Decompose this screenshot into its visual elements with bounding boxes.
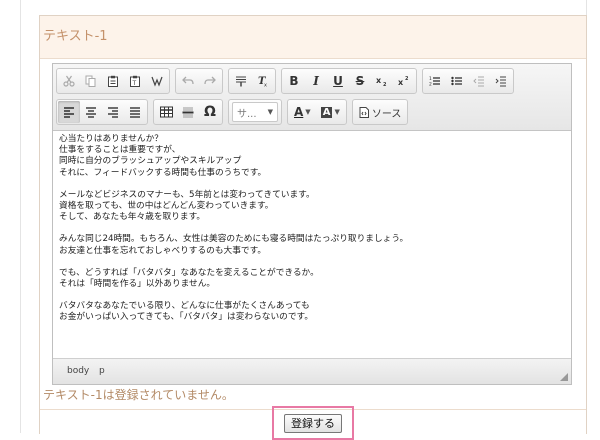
editor-line: お金がいっぱい入ってきても、「バタバタ」は変わらないのです。 — [59, 312, 314, 323]
format-combo-value: サ... — [237, 108, 257, 120]
paste-text-icon[interactable]: T — [124, 70, 146, 92]
editor-line: お友達と仕事を忘れておしゃべりするのも大事です。 — [59, 245, 267, 256]
svg-text:2: 2 — [383, 82, 387, 87]
format-group: サ... ▼ — [228, 99, 282, 125]
align-left-icon[interactable] — [58, 101, 80, 123]
svg-text:2: 2 — [429, 82, 432, 88]
page-left-rule — [20, 0, 21, 433]
svg-text:x: x — [376, 76, 382, 85]
editor-paragraph: メールなどビジネスのマナーも、5年前とは変わってきています。 資格を取っても、世の… — [59, 190, 571, 224]
editor-line: 資格を取っても、世の中はどんどん変わっていきます。 — [59, 201, 274, 212]
table-icon[interactable] — [155, 101, 177, 123]
chevron-down-icon: ▼ — [267, 108, 273, 116]
italic-icon[interactable]: I — [305, 70, 327, 92]
list-group: 12 — [422, 68, 514, 94]
format-combo[interactable]: サ... ▼ — [232, 102, 278, 122]
source-button[interactable]: ソース — [354, 101, 407, 123]
clear-formatting-block-icon[interactable] — [230, 70, 252, 92]
chevron-down-icon: ▼ — [305, 108, 311, 116]
editor-line: そして、あなたも年々歳を取ります。 — [59, 212, 206, 223]
editor-line: それに、フィードバックする時間も仕事のうちです。 — [59, 167, 267, 178]
svg-text:x: x — [398, 78, 404, 87]
submit-button[interactable]: 登録する — [284, 413, 342, 433]
source-label: ソース — [371, 108, 402, 120]
form-panel: テキスト-1 T T x B I U S x 2 x 2 1 2 Ω サ... … — [39, 15, 587, 440]
superscript-icon[interactable]: x2 — [393, 70, 415, 92]
editor-toolbar: T T x B I U S x 2 x 2 1 2 Ω サ... ▼ A ▼ A… — [53, 64, 571, 131]
editor-line: メールなどビジネスのマナーも、5年前とは変わってきています。 — [59, 189, 315, 200]
undo-icon[interactable] — [177, 70, 199, 92]
bulleted-list-icon[interactable] — [446, 70, 468, 92]
indent-icon[interactable] — [490, 70, 512, 92]
submit-highlight: 登録する — [272, 406, 354, 440]
clear-group: Tx — [228, 68, 276, 94]
align-right-icon[interactable] — [102, 101, 124, 123]
editor-paragraph: 心当たりはありませんか？ 仕事をすることは重要ですが、 同時に自分のブラッシュアップ… — [59, 134, 571, 179]
source-group: ソース — [351, 99, 409, 125]
resize-handle-icon[interactable] — [560, 373, 568, 381]
insert-group: Ω — [153, 99, 223, 125]
editor-line: バタバタなあなたでいる限り、どんなに仕事がたくさんあっても — [59, 301, 310, 312]
bg-color-glyph: A — [320, 106, 333, 118]
align-group — [56, 99, 148, 125]
field-title: テキスト-1 — [40, 16, 586, 59]
editor-line: 仕事をすることは重要ですが、 — [59, 145, 181, 156]
align-center-icon[interactable] — [80, 101, 102, 123]
background-color-icon[interactable]: A ▼ — [316, 101, 345, 123]
remove-format-icon[interactable]: Tx — [252, 70, 274, 92]
special-char-icon[interactable]: Ω — [199, 101, 221, 123]
text-color-glyph: A — [294, 105, 304, 119]
rich-text-editor: T T x B I U S x 2 x 2 1 2 Ω サ... ▼ A ▼ A… — [52, 63, 572, 385]
paste-word-icon[interactable] — [146, 70, 168, 92]
editor-line: でも、どうすれば「バタバタ」なあなたを変えることができるか。 — [59, 267, 319, 278]
history-group — [175, 68, 223, 94]
validation-notice: テキスト-1は登録されていません。 — [43, 388, 234, 402]
underline-icon[interactable]: U — [327, 70, 349, 92]
svg-text:2: 2 — [405, 76, 409, 82]
copy-icon[interactable] — [80, 70, 102, 92]
clipboard-group: T — [56, 68, 170, 94]
chevron-down-icon: ▼ — [334, 108, 340, 116]
editor-line: 心当たりはありませんか？ — [59, 134, 163, 144]
editor-line: それは「時間を作る」以外ありません。 — [59, 279, 216, 290]
editor-statusbar: body p — [53, 358, 571, 384]
cut-icon[interactable] — [58, 70, 80, 92]
justify-icon[interactable] — [124, 101, 146, 123]
path-crumb-body[interactable]: body — [67, 359, 89, 384]
svg-text:x: x — [264, 83, 267, 88]
editor-content-area[interactable]: 心当たりはありませんか？ 仕事をすることは重要ですが、 同時に自分のブラッシュアップ… — [53, 131, 571, 344]
color-group: A ▼ A ▼ — [287, 99, 347, 125]
subscript-icon[interactable]: x2 — [371, 70, 393, 92]
editor-line: みんな同じ24時間。もちろん、女性は美容のためにも寝る時間はたっぷり取りましょう… — [59, 234, 409, 245]
numbered-list-icon[interactable]: 12 — [424, 70, 446, 92]
text-color-icon[interactable]: A ▼ — [289, 101, 316, 123]
editor-paragraph: みんな同じ24時間。もちろん、女性は美容のためにも寝る時間はたっぷり取りましょう… — [59, 234, 571, 256]
svg-text:1: 1 — [429, 76, 432, 82]
editor-paragraph: バタバタなあなたでいる限り、どんなに仕事がたくさんあっても お金がいっぱい入ってき… — [59, 301, 571, 323]
svg-text:T: T — [132, 80, 137, 87]
editor-paragraph: でも、どうすれば「バタバタ」なあなたを変えることができるか。 それは「時間を作る」… — [59, 268, 571, 290]
editor-line: 同時に自分のブラッシュアップやスキルアップ — [59, 156, 242, 167]
basic-style-group: B I U S x2 x2 — [281, 68, 417, 94]
source-icon — [359, 106, 369, 118]
path-crumb-p[interactable]: p — [99, 359, 105, 384]
redo-icon[interactable] — [199, 70, 221, 92]
strikethrough-icon[interactable]: S — [349, 70, 371, 92]
outdent-icon[interactable] — [468, 70, 490, 92]
paste-icon[interactable] — [102, 70, 124, 92]
horizontal-rule-icon[interactable] — [177, 101, 199, 123]
bold-icon[interactable]: B — [283, 70, 305, 92]
